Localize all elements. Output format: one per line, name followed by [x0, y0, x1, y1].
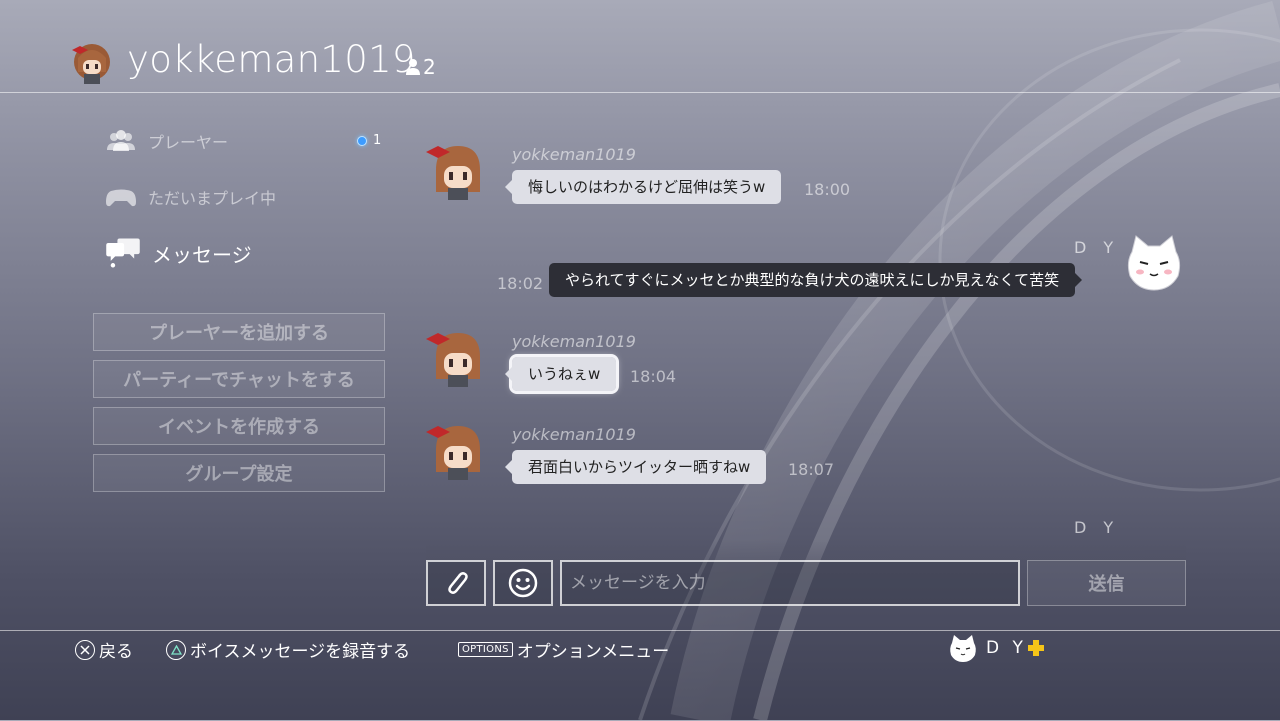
group-avatar — [72, 44, 110, 84]
footer-user[interactable]: D Y — [948, 633, 1045, 663]
paperclip-icon — [448, 572, 468, 594]
record-voice-hint[interactable]: ボイスメッセージを録音する — [166, 637, 410, 662]
sender-name: yokkeman1019 — [512, 332, 636, 351]
person-icon — [406, 59, 420, 75]
message-bubble-selected[interactable]: いうねぇw — [504, 354, 620, 394]
ps-plus-icon — [1027, 640, 1044, 656]
back-label: 戻る — [99, 642, 133, 662]
cat-avatar[interactable] — [1124, 232, 1184, 292]
user-avatar — [950, 635, 976, 662]
options-button-icon: OPTIONS — [458, 642, 513, 657]
sidebar-item-players[interactable]: プレーヤー — [104, 126, 228, 156]
scroll-fade — [426, 540, 1186, 560]
sender-avatar[interactable] — [424, 323, 492, 391]
message-time: 18:00 — [804, 180, 851, 199]
party-chat-button[interactable]: パーティーでチャットをする — [93, 360, 385, 398]
sender-name: yokkeman1019 — [512, 145, 636, 164]
create-event-button[interactable]: イベントを作成する — [93, 407, 385, 445]
header-bar: yokkeman1019 2 — [0, 0, 1280, 93]
message-bubble[interactable]: やられてすぐにメッセとか典型的な負け犬の遠吠えにしか見えなくて苦笑 — [549, 263, 1083, 297]
message-bubbles-icon — [106, 238, 140, 268]
user-name: D Y — [986, 638, 1027, 658]
attach-button[interactable] — [426, 560, 486, 606]
badge-dot-icon — [357, 135, 367, 146]
options-label: オプションメニュー — [516, 642, 670, 662]
send-button[interactable]: 送信 — [1027, 560, 1186, 606]
sender-avatar[interactable] — [424, 136, 492, 204]
sender-name: D Y — [1074, 518, 1120, 537]
sender-name: D Y — [1074, 238, 1120, 257]
group-title: yokkeman1019 — [127, 38, 416, 81]
group-settings-button[interactable]: グループ設定 — [93, 454, 385, 492]
sender-name: yokkeman1019 — [512, 425, 636, 444]
triangle-button-icon — [166, 639, 186, 660]
message-time: 18:04 — [630, 367, 677, 386]
players-badge: 1 — [357, 133, 381, 148]
back-hint[interactable]: 戻る — [75, 637, 133, 662]
sidebar-item-label: プレーヤー — [148, 133, 229, 152]
sidebar-item-label: ただいまプレイ中 — [148, 189, 277, 208]
smiley-icon — [508, 568, 538, 598]
emoji-button[interactable] — [493, 560, 553, 606]
member-count: 2 — [423, 55, 436, 79]
options-hint[interactable]: OPTIONS オプションメニュー — [458, 637, 669, 662]
record-voice-label: ボイスメッセージを録音する — [190, 642, 411, 662]
message-input[interactable] — [560, 560, 1020, 606]
controller-icon — [106, 189, 136, 207]
message-bubble[interactable]: 悔しいのはわかるけど屈伸は笑うw — [504, 170, 782, 204]
cross-button-icon — [75, 639, 95, 660]
sender-avatar[interactable] — [424, 416, 492, 484]
add-player-button[interactable]: プレーヤーを追加する — [93, 313, 385, 351]
message-time: 18:02 — [497, 274, 544, 293]
players-icon — [107, 130, 135, 151]
sidebar-item-label: メッセージ — [152, 242, 252, 267]
message-time: 18:07 — [788, 460, 835, 479]
sidebar-item-now-playing[interactable]: ただいまプレイ中 — [104, 182, 276, 212]
sidebar-item-messages[interactable]: メッセージ — [104, 236, 252, 270]
message-bubble[interactable]: 君面白いからツイッター晒すねw — [504, 450, 767, 484]
